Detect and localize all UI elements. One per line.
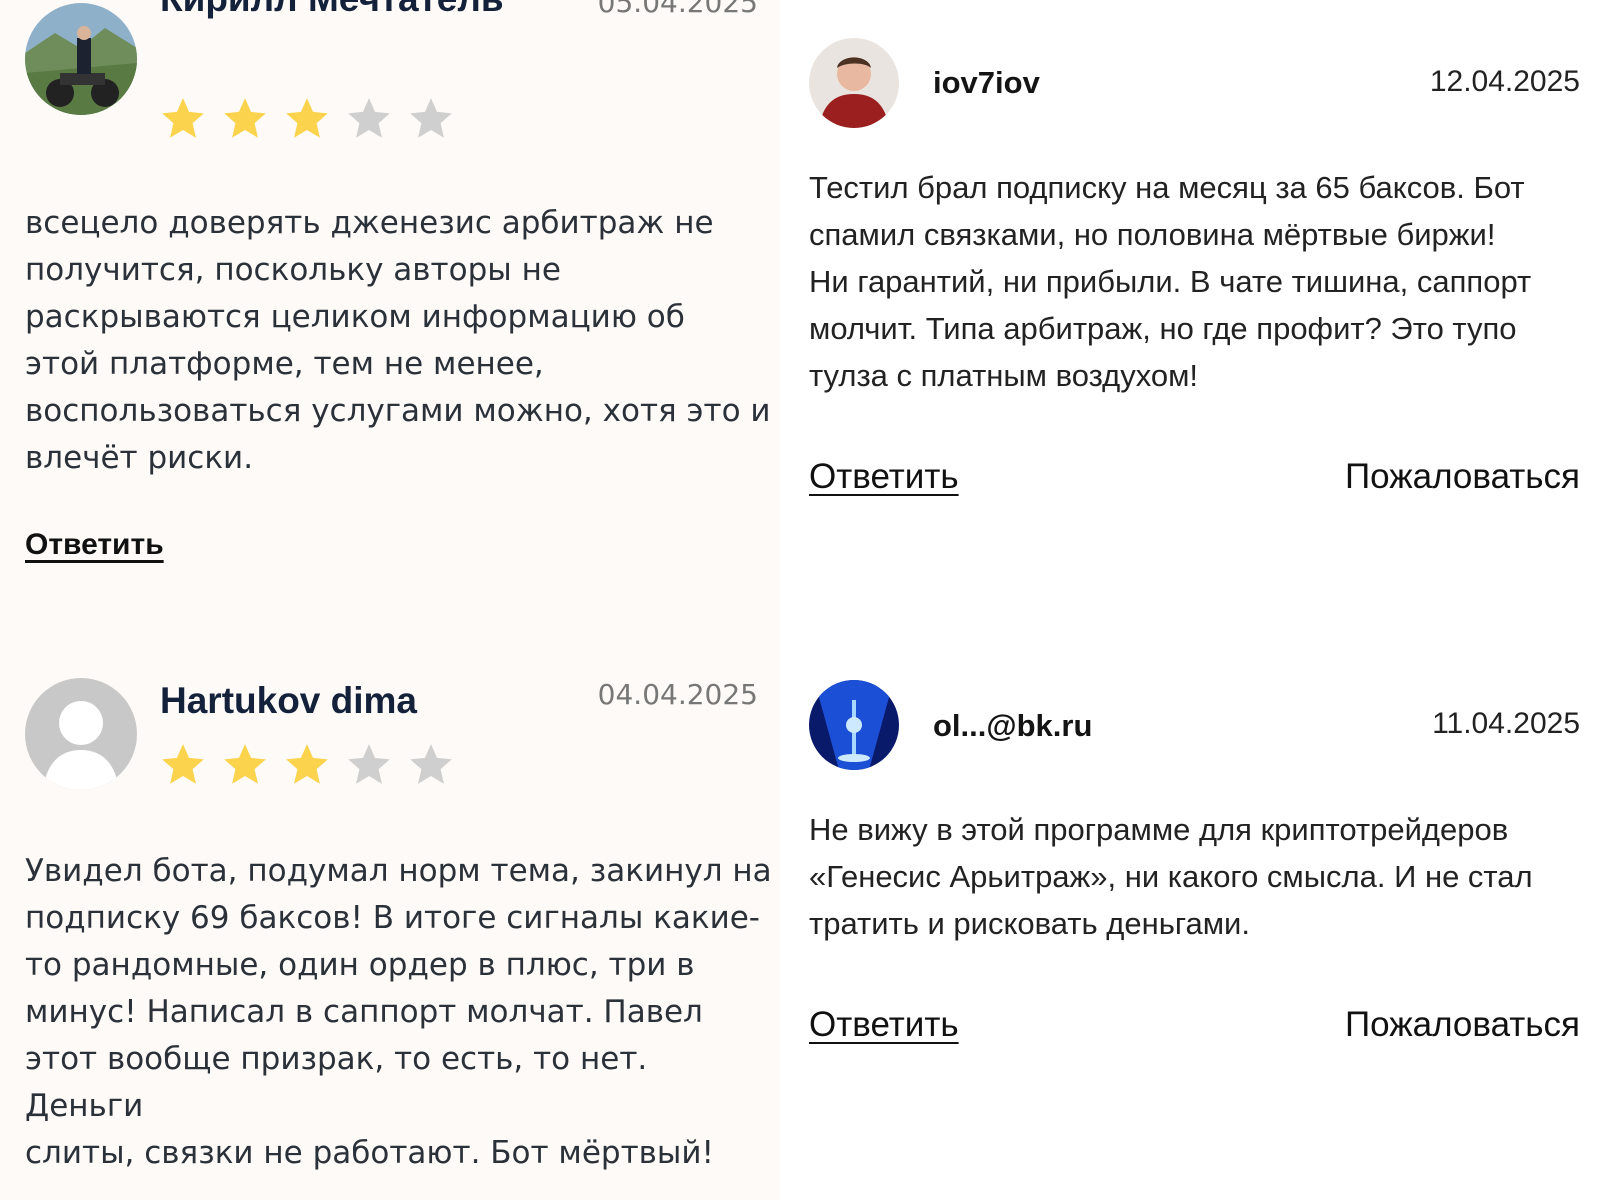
star-filled-icon <box>224 744 266 784</box>
review-text: Тестил брал подписку на месяц за 65 бакс… <box>809 170 1532 393</box>
reply-link[interactable]: Ответить <box>809 1005 959 1045</box>
star-empty-icon <box>348 744 390 784</box>
avatar-placeholder[interactable] <box>25 678 137 790</box>
review-text: Не вижу в этой программе для криптотрейд… <box>809 812 1533 941</box>
star-filled-icon <box>286 744 328 784</box>
review-card: iov7iov 12.04.2025 Тестил брал подписку … <box>780 0 1600 600</box>
star-rating <box>158 740 456 790</box>
review-date: 04.04.2025 <box>597 678 758 711</box>
review-card: ol...@bk.ru 11.04.2025 Не вижу в этой пр… <box>780 660 1600 1200</box>
author-name: iov7iov <box>933 65 1040 100</box>
reply-link[interactable]: Ответить <box>25 528 164 562</box>
star-empty-icon <box>410 98 452 138</box>
review-date: 11.04.2025 <box>1432 707 1580 740</box>
author-name: Hartukov dima <box>160 680 418 721</box>
avatar[interactable] <box>25 3 137 115</box>
complain-link[interactable]: Пожаловаться <box>1345 457 1580 497</box>
reply-link[interactable]: Ответить <box>809 457 959 497</box>
left-review-column: Кирилл Мечтатель 05.04.2025 всецело дове… <box>0 0 780 1200</box>
complain-link[interactable]: Пожаловаться <box>1345 1005 1580 1045</box>
review-date: 05.04.2025 <box>597 0 758 19</box>
review-text: всецело доверять дженезис арбитраж не по… <box>25 205 771 476</box>
star-filled-icon <box>162 744 204 784</box>
right-review-column: iov7iov 12.04.2025 Тестил брал подписку … <box>780 0 1600 1200</box>
star-rating <box>158 94 456 144</box>
star-empty-icon <box>348 98 390 138</box>
author-name: ol...@bk.ru <box>933 708 1093 743</box>
star-filled-icon <box>162 98 204 138</box>
author-name: Кирилл Мечтатель <box>160 0 504 20</box>
review-card: Кирилл Мечтатель 05.04.2025 всецело дове… <box>0 0 780 600</box>
star-filled-icon <box>286 98 328 138</box>
avatar[interactable] <box>809 38 899 128</box>
review-card: Hartukov dima 04.04.2025 Увидел бота, по… <box>0 660 780 1200</box>
avatar[interactable] <box>809 680 899 770</box>
star-filled-icon <box>224 98 266 138</box>
star-empty-icon <box>410 744 452 784</box>
review-date: 12.04.2025 <box>1429 65 1580 98</box>
review-text: Увидел бота, подумал норм тема, закинул … <box>25 853 772 1171</box>
